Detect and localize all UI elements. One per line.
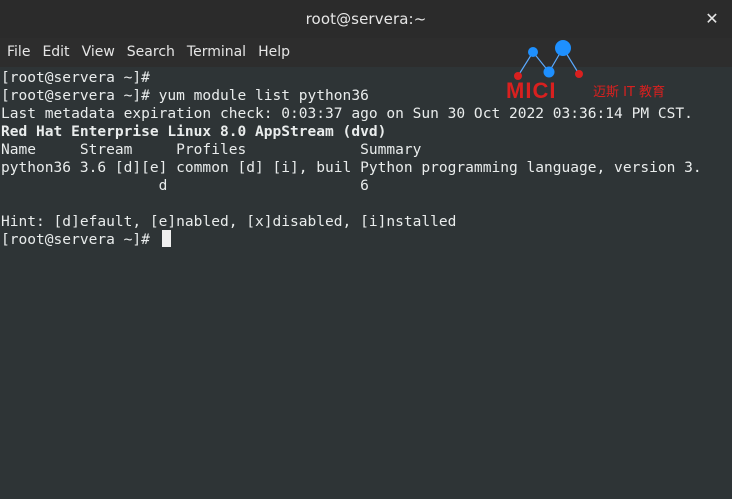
- svg-text:迈斯 IT 教育: 迈斯 IT 教育: [593, 84, 665, 100]
- terminal-line: Hint: [d]efault, [e]nabled, [x]disabled,…: [1, 213, 457, 230]
- menu-terminal[interactable]: Terminal: [181, 38, 252, 67]
- terminal-line: d 6: [1, 177, 369, 194]
- menu-view[interactable]: View: [76, 38, 121, 67]
- mici-logo: MICI 迈斯 IT 教育: [506, 40, 665, 102]
- terminal-line: Name Stream Profiles Summary: [1, 141, 422, 158]
- text-cursor: [162, 230, 171, 247]
- terminal-line: Last metadata expiration check: 0:03:37 …: [1, 105, 693, 122]
- terminal-line: Red Hat Enterprise Linux 8.0 AppStream (…: [1, 123, 387, 140]
- title-bar: root@servera:~ ✕: [0, 0, 732, 38]
- terminal-output[interactable]: [root@servera ~]# [root@servera ~]# yum …: [0, 67, 732, 499]
- menu-edit[interactable]: Edit: [36, 38, 75, 67]
- terminal-line: [root@servera ~]#: [1, 231, 150, 248]
- menu-search[interactable]: Search: [121, 38, 181, 67]
- window-title: root@servera:~: [305, 10, 427, 28]
- svg-text:MICI: MICI: [506, 78, 556, 102]
- close-icon[interactable]: ✕: [702, 9, 722, 29]
- menu-help[interactable]: Help: [252, 38, 296, 67]
- terminal-line: [root@servera ~]#: [1, 69, 150, 86]
- menu-file[interactable]: File: [1, 38, 36, 67]
- terminal-line: python36 3.6 [d][e] common [d] [i], buil…: [1, 159, 702, 176]
- terminal-line: [root@servera ~]# yum module list python…: [1, 87, 369, 104]
